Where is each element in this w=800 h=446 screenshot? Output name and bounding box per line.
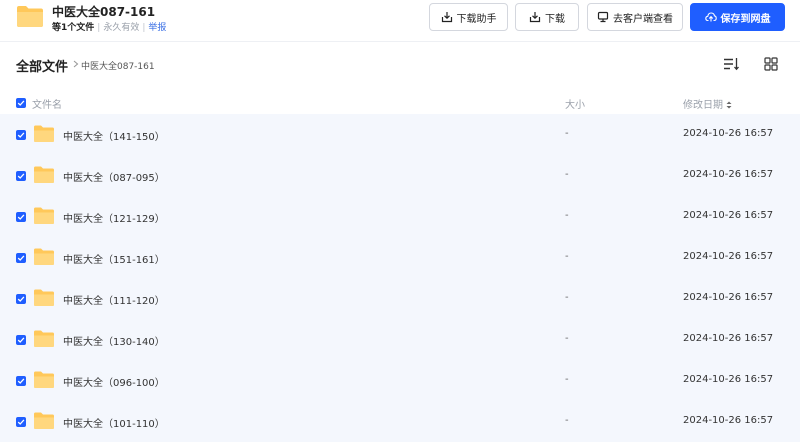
checkbox-checked-icon — [17, 132, 25, 138]
checkbox-checked-icon — [17, 296, 25, 302]
folder-icon — [34, 125, 54, 142]
row-checkbox[interactable] — [16, 417, 26, 427]
file-date: 2024-10-26 16:57 — [683, 169, 774, 180]
file-date: 2024-10-26 16:57 — [683, 210, 774, 221]
file-size: - — [565, 292, 569, 303]
save-to-drive-button[interactable]: 保存到网盘 — [690, 3, 785, 31]
download-tray-icon — [529, 12, 541, 23]
file-date: 2024-10-26 16:57 — [683, 374, 774, 385]
file-size: - — [565, 333, 569, 344]
checkbox-checked-icon — [17, 255, 25, 261]
download-helper-label: 下载助手 — [456, 13, 497, 25]
folder-icon — [34, 166, 54, 183]
list-sort-icon[interactable] — [722, 56, 740, 72]
checkbox-checked-icon — [17, 337, 25, 343]
file-date: 2024-10-26 16:57 — [683, 251, 774, 262]
folder-icon — [34, 207, 54, 224]
column-header-size[interactable]: 大小 — [565, 96, 585, 111]
checkbox-checked-icon — [17, 419, 25, 425]
monitor-icon — [597, 11, 609, 23]
meta-divider: | — [97, 23, 101, 33]
row-checkbox[interactable] — [16, 171, 26, 181]
file-row[interactable]: 中医大全（096-100） - 2024-10-26 16:57 — [0, 360, 800, 401]
folder-icon — [34, 330, 54, 347]
file-name[interactable]: 中医大全（130-140） — [63, 333, 165, 348]
file-name[interactable]: 中医大全（087-095） — [63, 169, 165, 184]
row-checkbox[interactable] — [16, 253, 26, 263]
file-size: - — [565, 415, 569, 426]
column-header-name[interactable]: 文件名 — [32, 96, 62, 111]
checkbox-checked-icon — [17, 214, 25, 220]
download-helper-button[interactable]: 下载助手 — [429, 3, 508, 31]
share-header: 中医大全087-161 等1个文件 | 永久有效 | 举报 下载助手 下载 去客户端查看… — [0, 0, 800, 42]
open-client-label: 去客户端查看 — [613, 13, 673, 25]
file-name[interactable]: 中医大全（111-120） — [63, 292, 165, 307]
file-name[interactable]: 中医大全（121-129） — [63, 210, 165, 225]
file-date: 2024-10-26 16:57 — [683, 128, 774, 139]
checkbox-checked-icon — [17, 378, 25, 384]
file-row[interactable]: 中医大全（121-129） - 2024-10-26 16:57 — [0, 196, 800, 237]
file-name[interactable]: 中医大全（141-150） — [63, 128, 165, 143]
chevron-right-icon — [73, 60, 79, 68]
file-row[interactable]: 中医大全（101-110） - 2024-10-26 16:57 — [0, 401, 800, 442]
file-date: 2024-10-26 16:57 — [683, 292, 774, 303]
file-size: - — [565, 210, 569, 221]
share-title: 中医大全087-161 — [52, 5, 156, 19]
file-row[interactable]: 中医大全（111-120） - 2024-10-26 16:57 — [0, 278, 800, 319]
download-tray-icon — [441, 12, 452, 23]
file-row[interactable]: 中医大全（151-161） - 2024-10-26 16:57 — [0, 237, 800, 278]
column-header-modified[interactable]: 修改日期 — [683, 96, 732, 111]
open-client-button[interactable]: 去客户端查看 — [587, 3, 683, 31]
row-checkbox[interactable] — [16, 376, 26, 386]
file-count: 等1个文件 — [52, 23, 95, 33]
file-date: 2024-10-26 16:57 — [683, 333, 774, 344]
download-button[interactable]: 下载 — [515, 3, 579, 31]
file-list: 中医大全（141-150） - 2024-10-26 16:57 中医大全（08… — [0, 114, 800, 442]
row-checkbox[interactable] — [16, 130, 26, 140]
folder-icon — [34, 289, 54, 306]
row-checkbox[interactable] — [16, 212, 26, 222]
save-to-drive-label: 保存到网盘 — [720, 13, 771, 25]
file-name[interactable]: 中医大全（151-161） — [63, 251, 165, 266]
checkbox-checked-icon — [17, 173, 25, 179]
file-date: 2024-10-26 16:57 — [683, 415, 774, 426]
breadcrumb-current: 中医大全087-161 — [81, 62, 155, 72]
folder-icon — [34, 412, 54, 429]
file-size: - — [565, 128, 569, 139]
file-row[interactable]: 中医大全（130-140） - 2024-10-26 16:57 — [0, 319, 800, 360]
folder-icon — [34, 248, 54, 265]
file-size: - — [565, 374, 569, 385]
validity-text: 永久有效 — [103, 23, 140, 33]
file-row[interactable]: 中医大全（087-095） - 2024-10-26 16:57 — [0, 155, 800, 196]
file-row[interactable]: 中医大全（141-150） - 2024-10-26 16:57 — [0, 114, 800, 155]
download-label: 下载 — [545, 13, 565, 25]
sort-icon — [726, 101, 732, 109]
file-name[interactable]: 中医大全（101-110） — [63, 415, 165, 430]
folder-icon — [34, 371, 54, 388]
breadcrumb-root[interactable]: 全部文件 — [16, 56, 68, 75]
checkbox-checked-icon — [17, 100, 25, 106]
share-meta: 等1个文件 | 永久有效 | 举报 — [52, 20, 166, 33]
cloud-upload-icon — [704, 12, 717, 22]
select-all-checkbox[interactable] — [16, 98, 26, 108]
meta-divider: | — [142, 23, 146, 33]
file-size: - — [565, 251, 569, 262]
file-name[interactable]: 中医大全（096-100） — [63, 374, 165, 389]
row-checkbox[interactable] — [16, 335, 26, 345]
folder-icon — [17, 6, 43, 27]
report-link[interactable]: 举报 — [148, 23, 166, 33]
column-header-modified-label: 修改日期 — [683, 100, 723, 111]
grid-view-icon[interactable] — [764, 57, 778, 71]
file-size: - — [565, 169, 569, 180]
row-checkbox[interactable] — [16, 294, 26, 304]
